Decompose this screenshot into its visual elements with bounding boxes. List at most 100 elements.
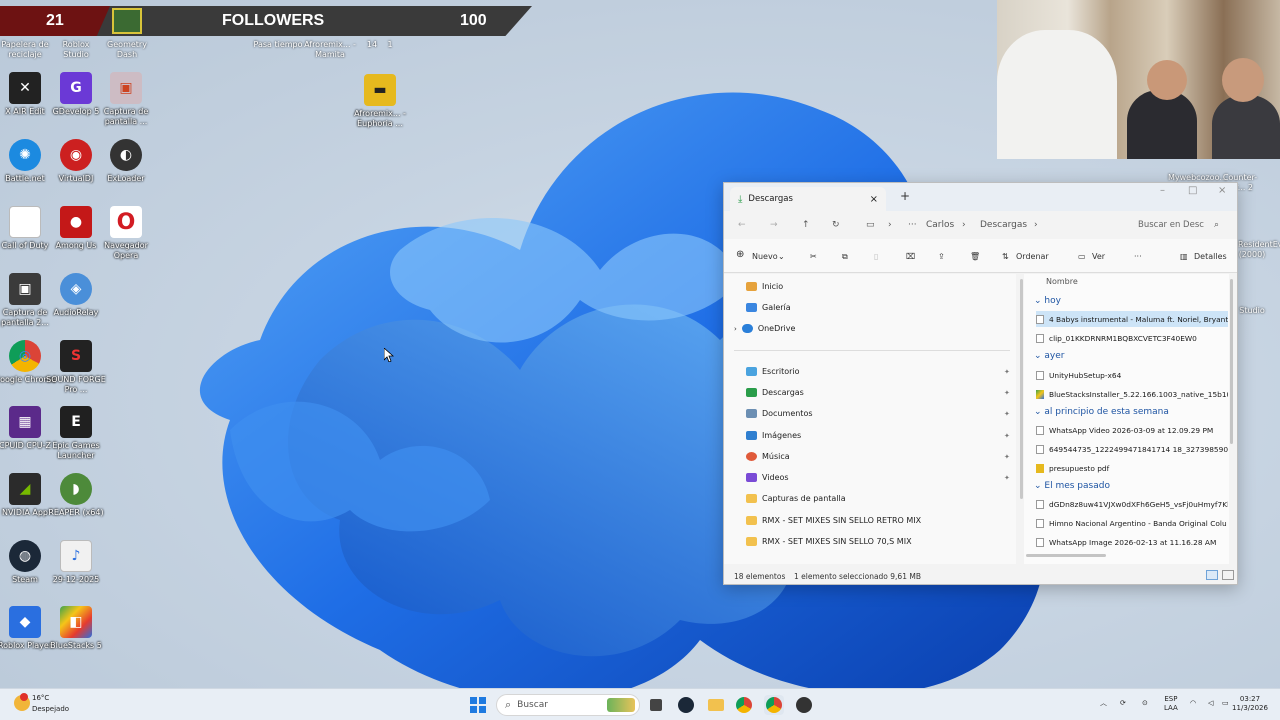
pin-icon[interactable]: ✦ (1004, 474, 1010, 482)
list-item[interactable]: dGDn8z8uw41VJXw0dXFh6GeH5_vsFj0uHmyf7KkL (1036, 496, 1228, 512)
taskbar-chrome[interactable] (734, 695, 754, 715)
close-tab-icon[interactable]: × (870, 194, 878, 205)
geometry-dash-label[interactable]: Geometry Dash (102, 40, 152, 60)
nav-item-musica[interactable]: Música (746, 452, 790, 461)
taskbar-explorer[interactable] (706, 695, 726, 715)
list-item[interactable]: 649544735_1222499471841714 18_3273985907… (1036, 441, 1228, 457)
new-tab-icon[interactable]: + (900, 189, 910, 203)
clock[interactable]: 03:27 11/3/2026 (1232, 695, 1268, 713)
more-path-icon[interactable]: ··· (908, 220, 917, 230)
delete-icon[interactable]: 🗑 (970, 252, 980, 261)
rename-icon[interactable]: ⌧ (906, 252, 915, 261)
battery-icon[interactable]: ▭ (1222, 699, 1229, 708)
forward-icon[interactable]: → (770, 220, 778, 230)
pin-icon[interactable]: ✦ (1004, 368, 1010, 376)
list-item[interactable]: Himno Nacional Argentino - Banda Origina… (1036, 515, 1228, 531)
folder-1-label[interactable]: 1 (382, 40, 398, 50)
nav-item-documentos[interactable]: Documentos (746, 409, 813, 418)
nav-item-onedrive[interactable]: › OneDrive (734, 324, 795, 333)
cut-icon[interactable]: ✂ (810, 252, 817, 261)
nav-item-imagenes[interactable]: Imágenes (746, 431, 801, 440)
nav-item-rmx-retro[interactable]: RMX - SET MIXES SIN SELLO RETRO MIX (746, 516, 921, 525)
close-window-icon[interactable]: × (1218, 185, 1226, 196)
desktop-icon-afroremix-euphoria[interactable]: ▬ Afroremix... - Euphoria ... (348, 74, 412, 129)
afroremix-label[interactable]: Afroremix... - Mamita (304, 40, 356, 60)
nav-item-capturas[interactable]: Capturas de pantalla (746, 494, 846, 503)
weather-temp[interactable]: 16°C (32, 694, 49, 703)
taskbar-chrome-active[interactable] (764, 695, 784, 715)
list-item[interactable]: clip_01KKDRNRM1BQBXCVETC3F40EW0 (1036, 330, 1228, 346)
nav-item-videos[interactable]: Videos (746, 473, 789, 482)
weather-sun-icon[interactable] (14, 693, 30, 711)
column-header-nombre[interactable]: Nombre (1046, 277, 1078, 286)
desktop-icon-bluestacks[interactable]: ◧ BlueStacks 5 (44, 606, 108, 651)
recycle-bin-label[interactable]: Papelera de reciclaje (0, 40, 50, 60)
desktop-icon-exloader[interactable]: ◐ ExLoader (94, 139, 158, 184)
list-item[interactable]: UnityHubSetup-x64 (1036, 367, 1228, 383)
volume-icon[interactable]: ◁ (1208, 699, 1213, 708)
pasa-tiempo-label[interactable]: Pasa tiempo (252, 40, 304, 50)
desktop-icon-soundforge[interactable]: S SOUND FORGE Pro ... (44, 340, 108, 395)
pin-icon[interactable]: ✦ (1004, 453, 1010, 461)
desktop-label-residentevil[interactable]: ResidentEvil (2000) (1238, 240, 1280, 260)
pin-icon[interactable]: ✦ (1004, 432, 1010, 440)
nav-item-descargas[interactable]: Descargas (746, 388, 804, 397)
more-options-icon[interactable]: ··· (1134, 252, 1142, 261)
tiles-view-icon[interactable] (1222, 570, 1234, 580)
desktop-icon-screenshot[interactable]: ▣ Captura de pantalla ... (94, 72, 158, 127)
group-header-hoy[interactable]: ⌄ hoy (1034, 296, 1061, 306)
new-button[interactable]: Nuevo (752, 252, 778, 261)
paste-icon[interactable]: ▯ (874, 252, 878, 261)
taskbar-steam[interactable] (676, 695, 696, 715)
desktop-icon-reaper[interactable]: ◗ REAPER (x64) (44, 473, 108, 518)
tab-descargas[interactable]: ⤓ Descargas × (730, 187, 886, 211)
nav-item-inicio[interactable]: Inicio (746, 282, 783, 291)
list-item[interactable]: 4 Babys instrumental - Maluma ft. Noriel… (1036, 311, 1228, 327)
sort-button[interactable]: Ordenar (1016, 252, 1049, 261)
nav-item-galeria[interactable]: Galería (746, 303, 791, 312)
view-button[interactable]: Ver (1092, 252, 1105, 261)
list-item[interactable]: WhatsApp Video 2026-03-09 at 12.09.29 PM (1036, 422, 1228, 438)
refresh-icon[interactable]: ↻ (832, 220, 840, 230)
nav-scrollbar[interactable] (1020, 279, 1023, 499)
pin-icon[interactable]: ✦ (1004, 389, 1010, 397)
desktop-label-studio[interactable]: Studio (1238, 306, 1266, 316)
breadcrumb-descargas[interactable]: Descargas (980, 220, 1027, 230)
roblox-studio-label[interactable]: Roblox Studio (52, 40, 100, 60)
taskbar-search-box[interactable]: ⌕ Buscar (496, 694, 640, 716)
details-view-icon[interactable] (1206, 570, 1218, 580)
up-icon[interactable]: ↑ (802, 220, 810, 230)
list-item[interactable]: BlueStacksInstaller_5.22.166.1003_native… (1036, 386, 1228, 402)
copy-icon[interactable]: ⧉ (842, 252, 848, 262)
desktop-icon-opera[interactable]: O Navegador Opera (94, 206, 158, 261)
maximize-icon[interactable]: □ (1188, 185, 1197, 196)
vertical-scrollbar[interactable] (1230, 279, 1233, 444)
share-icon[interactable]: ⇪ (938, 252, 945, 261)
tray-mic-icon[interactable]: ⊙ (1142, 699, 1148, 708)
group-header-mes-pasado[interactable]: ⌄ El mes pasado (1034, 481, 1110, 491)
desktop-icon-epicgames[interactable]: E Epic Games Launcher (44, 406, 108, 461)
group-header-ayer[interactable]: ⌄ ayer (1034, 351, 1065, 361)
list-item[interactable]: presupuesto pdf (1036, 460, 1228, 476)
group-header-semana[interactable]: ⌄ al principio de esta semana (1034, 407, 1169, 417)
horizontal-scrollbar[interactable] (1026, 554, 1106, 557)
tray-sync-icon[interactable]: ⟳ (1120, 699, 1126, 708)
nav-item-rmx-70s[interactable]: RMX - SET MIXES SIN SELLO 70,S MIX (746, 537, 912, 546)
wifi-icon[interactable]: ◠ (1190, 699, 1196, 708)
start-button[interactable] (468, 695, 488, 715)
folder-14-label[interactable]: 14 (362, 40, 382, 50)
list-item[interactable]: WhatsApp Image 2026-02-13 at 11.16.28 AM (1036, 534, 1228, 550)
pin-icon[interactable]: ✦ (1004, 410, 1010, 418)
taskbar-task-view[interactable] (646, 695, 666, 715)
monitor-icon[interactable]: ▭ (866, 220, 875, 230)
taskbar-obs[interactable] (794, 695, 814, 715)
minimize-icon[interactable]: – (1160, 185, 1165, 196)
breadcrumb-carlos[interactable]: Carlos (926, 220, 954, 230)
back-icon[interactable]: ← (738, 220, 746, 230)
weather-desc[interactable]: Despejado (32, 705, 69, 714)
desktop-icon-mp3[interactable]: ♪ 29-12-2025 (44, 540, 108, 585)
details-button[interactable]: Detalles (1194, 252, 1227, 261)
desktop-icon-audiorelay[interactable]: ◈ AudioRelay (44, 273, 108, 318)
tray-overflow-icon[interactable]: ︿ (1100, 699, 1107, 708)
language-indicator[interactable]: ESP LAA (1164, 695, 1178, 713)
